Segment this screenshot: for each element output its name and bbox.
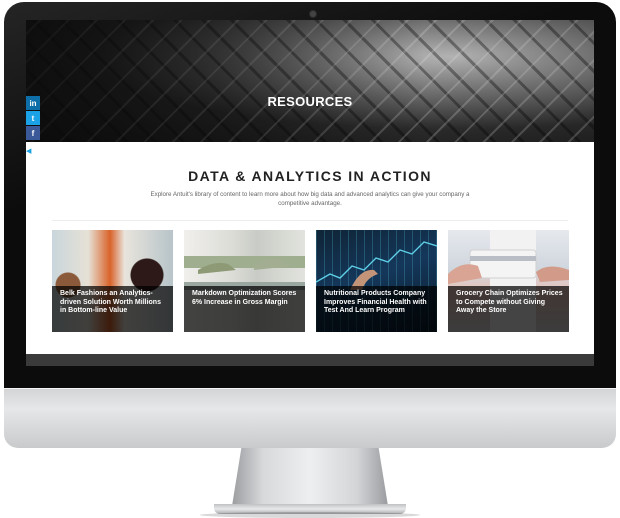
camera-icon — [310, 11, 316, 17]
monitor-stand-neck — [232, 448, 388, 506]
stand-shadow — [200, 512, 420, 518]
social-share-bar: in t f — [26, 96, 40, 141]
chart-graphic — [316, 241, 437, 290]
linkedin-icon[interactable]: in — [26, 96, 40, 110]
card-title[interactable]: Grocery Chain Optimizes Prices to Compet… — [456, 290, 563, 316]
section-title: DATA & ANALYTICS IN ACTION — [188, 168, 432, 184]
resource-card[interactable]: Markdown Optimization Scores 6% Increase… — [184, 230, 305, 332]
credit-card-image — [448, 249, 569, 284]
screen-footer-strip — [26, 354, 594, 366]
card-title[interactable]: Markdown Optimization Scores 6% Increase… — [192, 290, 299, 307]
twitter-icon[interactable]: t — [26, 111, 40, 125]
card-title[interactable]: Nutritional Products Company Improves Fi… — [324, 290, 431, 316]
hero-title: RESOURCES — [267, 94, 353, 109]
divider — [52, 220, 568, 221]
collapse-arrow-icon[interactable]: ◀ — [26, 147, 31, 155]
resource-card[interactable]: Grocery Chain Optimizes Prices to Compet… — [448, 230, 569, 332]
resource-card[interactable]: Nutritional Products Company Improves Fi… — [316, 230, 437, 332]
hero-overlay — [26, 20, 594, 142]
monitor-screen: RESOURCES in t f ◀ DATA & ANALYTICS IN A… — [26, 20, 594, 366]
resource-cards: Belk Fashions an Analytics-driven Soluti… — [52, 230, 569, 332]
resource-card[interactable]: Belk Fashions an Analytics-driven Soluti… — [52, 230, 173, 332]
section-description: Explore Antuit's library of content to l… — [150, 191, 470, 207]
facebook-icon[interactable]: f — [26, 126, 40, 140]
shoe-shelf-image — [198, 258, 292, 274]
monitor-chin — [4, 388, 616, 448]
card-title[interactable]: Belk Fashions an Analytics-driven Soluti… — [60, 290, 167, 316]
